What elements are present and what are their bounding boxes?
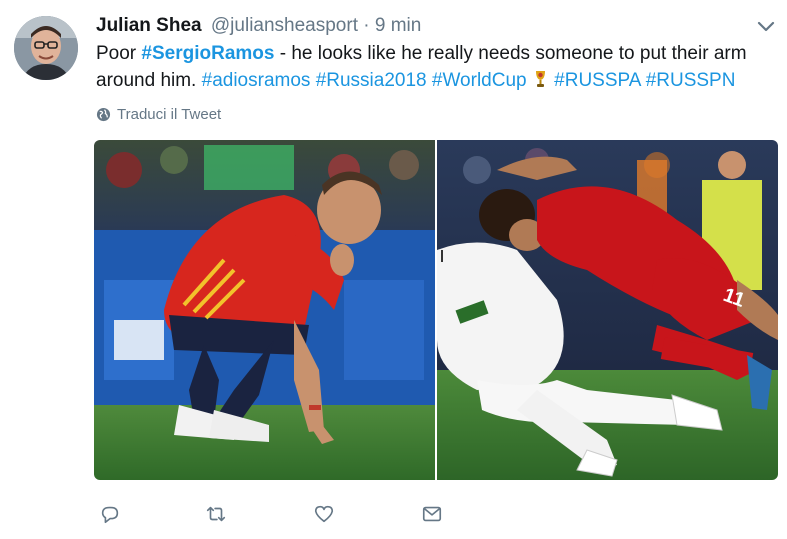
retweet-icon — [206, 506, 226, 522]
translate-label: Traduci il Tweet — [117, 106, 222, 123]
author-handle[interactable]: @juliansheasport — [211, 15, 358, 36]
photo-salah-tackle[interactable]: 11 — [437, 140, 778, 480]
tweet-text-prefix: Poor — [96, 43, 142, 64]
hashtag-russpn[interactable]: #RUSSPN — [646, 70, 736, 91]
like-button[interactable] — [310, 500, 338, 528]
author-avatar[interactable] — [14, 16, 78, 80]
tweet-header: Julian Shea @juliansheasport · 9 min — [96, 14, 421, 38]
retweet-button[interactable] — [202, 500, 230, 528]
author-name[interactable]: Julian Shea — [96, 15, 202, 36]
like-icon — [314, 505, 334, 523]
hashtag-sergioramos[interactable]: #SergioRamos — [141, 43, 274, 64]
salah-photo-illustration: 11 — [437, 140, 778, 480]
tweet-actions — [96, 500, 456, 528]
hashtag-russpa[interactable]: #RUSSPA — [554, 70, 640, 91]
tweet-text: Poor #SergioRamos - he looks like he rea… — [96, 40, 766, 94]
hashtag-worldcup[interactable]: #WorldCup — [432, 70, 527, 91]
reply-button[interactable] — [96, 500, 124, 528]
chevron-down-icon[interactable] — [756, 20, 776, 34]
direct-message-button[interactable] — [418, 500, 446, 528]
tweet-timestamp[interactable]: 9 min — [375, 15, 421, 36]
hashtag-adiosramos[interactable]: #adiosramos — [202, 70, 311, 91]
header-separator: · — [363, 15, 370, 36]
translate-tweet-link[interactable]: Traduci il Tweet — [96, 106, 221, 123]
tweet-media[interactable]: 11 — [94, 140, 778, 480]
reply-icon — [101, 506, 119, 524]
trophy-icon — [534, 69, 547, 87]
avatar-image — [14, 16, 78, 80]
photo-ramos-crouching[interactable] — [94, 140, 435, 480]
globe-icon — [96, 107, 111, 122]
ramos-photo-illustration — [94, 140, 435, 480]
direct-message-icon — [422, 506, 442, 522]
hashtag-russia2018[interactable]: #Russia2018 — [316, 70, 427, 91]
